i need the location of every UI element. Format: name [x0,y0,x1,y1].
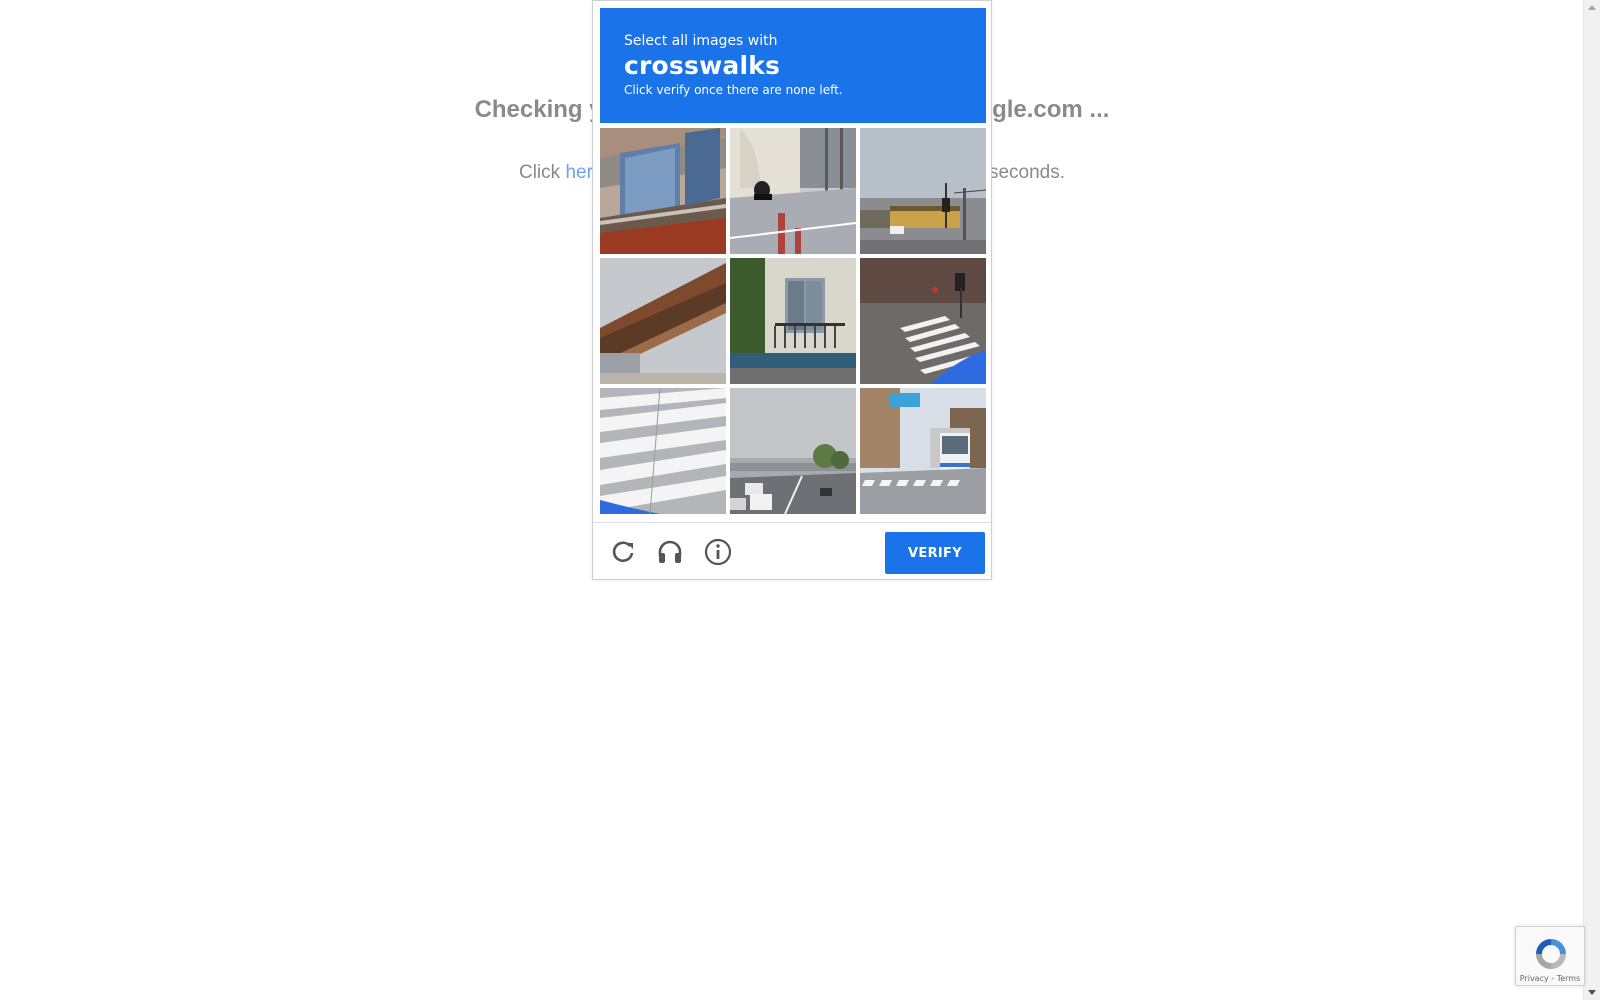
scroll-down-arrow-icon[interactable] [1588,990,1596,995]
motorcycle-street-image [730,128,856,254]
highway-overpass-image [730,388,856,514]
captcha-tile-3[interactable] [860,128,986,254]
recaptcha-badge[interactable]: Privacy - Terms [1515,926,1585,986]
building-balcony-image [730,258,856,384]
traffic-light-intersection-image [860,128,986,254]
captcha-tile-9[interactable] [860,388,986,514]
page: Checking your browser before accessing k… [0,0,1600,1000]
crosswalk-street-image [860,258,986,384]
captcha-footer: VERIFY [593,522,991,580]
captcha-tile-4[interactable] [600,258,726,384]
captcha-tile-5[interactable] [730,258,856,384]
recaptcha-logo-icon [1536,939,1566,969]
captcha-tile-7[interactable] [600,388,726,514]
captcha-instruction: Select all images with [624,33,778,49]
scroll-up-arrow-icon[interactable] [1588,5,1596,10]
bus-crosswalk-image [860,388,986,514]
steel-bridge-underside-image [600,258,726,384]
captcha-image-grid [600,128,986,514]
captcha-tile-6[interactable] [860,258,986,384]
vertical-scrollbar[interactable] [1583,0,1600,1000]
captcha-hint: Click verify once there are none left. [624,83,843,97]
captcha-tile-8[interactable] [730,388,856,514]
redirect-prefix: Click [518,162,566,183]
captcha-header: Select all images with crosswalks Click … [600,8,986,123]
captcha-tile-1[interactable] [600,128,726,254]
bridge-railing-image [600,128,726,254]
crosswalk-closeup-image [600,388,726,514]
captcha-target: crosswalks [624,51,781,80]
captcha-tile-2[interactable] [730,128,856,254]
verify-button[interactable]: VERIFY [885,532,985,574]
headphones-icon[interactable] [655,537,685,567]
reload-icon[interactable] [608,537,638,567]
captcha-challenge-dialog: Select all images with crosswalks Click … [592,0,992,580]
info-icon[interactable] [703,537,733,567]
recaptcha-links[interactable]: Privacy - Terms [1516,974,1584,983]
